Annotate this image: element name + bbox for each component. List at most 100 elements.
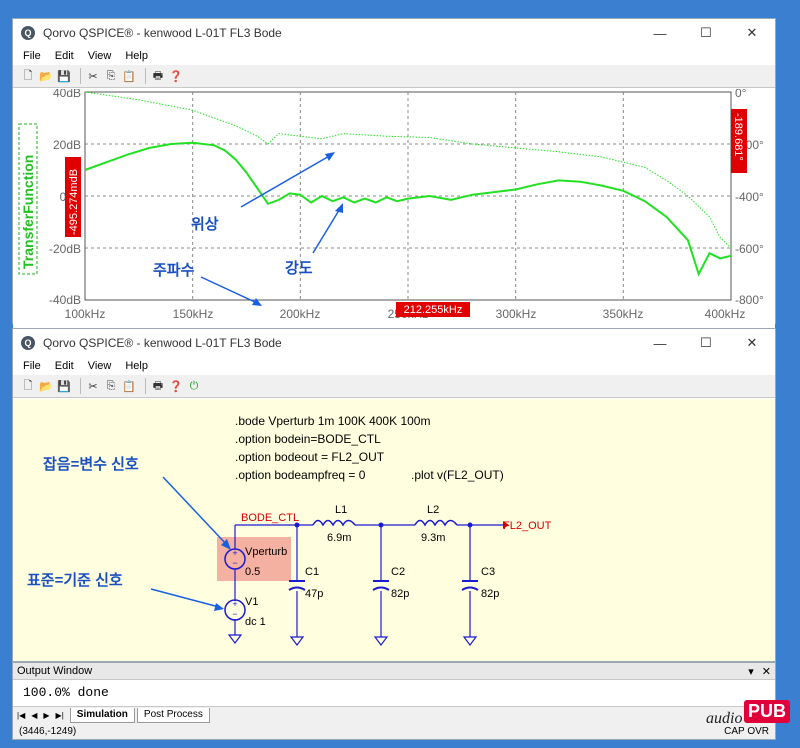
- run-simulation-icon[interactable]: ⏻: [187, 379, 201, 393]
- tab-bar: |◀ ◀ ▶ ▶| Simulation Post Process: [13, 706, 775, 723]
- menu-edit[interactable]: Edit: [55, 50, 74, 62]
- print-icon[interactable]: 🖶: [151, 69, 165, 83]
- menu-file[interactable]: File: [23, 360, 41, 372]
- title-bar[interactable]: Q Qorvo QSPICE® - kenwood L-01T FL3 Bode…: [13, 329, 775, 357]
- help-icon[interactable]: ❓: [169, 379, 183, 393]
- l2-value[interactable]: 9.3m: [421, 532, 445, 544]
- save-icon[interactable]: 💾: [57, 379, 71, 393]
- c1-value[interactable]: 47p: [305, 588, 323, 600]
- x-tick-label: 150kHz: [173, 307, 214, 321]
- cursor-freq-readout: 212.255kHz: [404, 304, 463, 316]
- v1-value[interactable]: dc 1: [245, 616, 266, 628]
- menu-file[interactable]: File: [23, 50, 41, 62]
- copy-icon[interactable]: ⎘: [104, 69, 118, 83]
- directive-line[interactable]: .option bodeampfreq = 0: [235, 468, 366, 482]
- c3-name[interactable]: C3: [481, 566, 495, 578]
- vperturb-value[interactable]: 0.5: [245, 566, 260, 578]
- schematic-drawing[interactable]: .bode Vperturb 1m 100K 400K 100m .option…: [13, 399, 775, 661]
- print-icon[interactable]: 🖶: [151, 379, 165, 393]
- inductor-l2[interactable]: [414, 519, 458, 527]
- new-file-icon[interactable]: 🗋: [21, 379, 35, 393]
- next-tab-icon[interactable]: ▶: [43, 711, 49, 720]
- minimize-button[interactable]: —: [637, 329, 683, 357]
- annotation-noise: 잡음=변수 신호: [43, 455, 139, 473]
- logo-pub-text: PUB: [744, 700, 791, 723]
- last-tab-icon[interactable]: ▶|: [56, 711, 64, 720]
- inductor-l1[interactable]: [312, 519, 356, 527]
- capacitor-c3[interactable]: [461, 580, 479, 591]
- capacitor-c2[interactable]: [372, 580, 390, 591]
- bode-chart[interactable]: 40dB 20dB 0dB -20dB -40dB 0° -200° -400°…: [13, 86, 775, 325]
- tab-post-process[interactable]: Post Process: [136, 707, 210, 723]
- close-icon[interactable]: ✕: [762, 665, 771, 678]
- menu-bar: File Edit View Help: [13, 357, 775, 375]
- output-window-title: Output Window: [17, 665, 93, 677]
- ground-icon: [227, 634, 243, 644]
- output-log[interactable]: 100.0% done: [13, 680, 775, 706]
- toolbar: 🗋 📂 💾 ✂ ⎘ 📋 🖶 ❓: [13, 65, 775, 88]
- v1-name[interactable]: V1: [245, 596, 258, 608]
- cut-icon[interactable]: ✂: [86, 379, 100, 393]
- schematic-canvas[interactable]: .bode Vperturb 1m 100K 400K 100m .option…: [13, 399, 775, 661]
- menu-help[interactable]: Help: [125, 50, 148, 62]
- window-title: Qorvo QSPICE® - kenwood L-01T FL3 Bode: [43, 336, 282, 350]
- ref-arrow: [150, 588, 220, 608]
- left-tick-label: 40dB: [53, 89, 81, 100]
- help-icon[interactable]: ❓: [169, 69, 183, 83]
- menu-view[interactable]: View: [88, 360, 112, 372]
- l2-name[interactable]: L2: [427, 504, 439, 516]
- plot-directive[interactable]: .plot v(FL2_OUT): [411, 468, 504, 482]
- menu-view[interactable]: View: [88, 50, 112, 62]
- maximize-button[interactable]: ☐: [683, 19, 729, 47]
- c1-name[interactable]: C1: [305, 566, 319, 578]
- status-bar: (3446,-1249) CAP OVR: [13, 723, 775, 739]
- new-file-icon[interactable]: 🗋: [21, 69, 35, 83]
- menu-bar: File Edit View Help: [13, 47, 775, 65]
- dropdown-icon[interactable]: ▾: [748, 665, 754, 678]
- l1-name[interactable]: L1: [335, 504, 347, 516]
- ground-icon: [462, 636, 478, 646]
- l1-value[interactable]: 6.9m: [327, 532, 351, 544]
- junction-dot: [467, 522, 473, 528]
- y-axis-label: TransferFunction: [20, 155, 36, 269]
- output-window-header: Output Window ▾ ✕: [13, 663, 775, 680]
- cursor-deg-readout: -189.681°: [732, 113, 744, 161]
- c2-name[interactable]: C2: [391, 566, 405, 578]
- title-bar[interactable]: Q Qorvo QSPICE® - kenwood L-01T FL3 Bode…: [13, 19, 775, 47]
- open-folder-icon[interactable]: 📂: [39, 379, 53, 393]
- first-tab-icon[interactable]: |◀: [17, 711, 25, 720]
- capacitor-c1[interactable]: [288, 580, 306, 591]
- directive-line[interactable]: .option bodeout = FL2_OUT: [235, 450, 385, 464]
- close-button[interactable]: ✕: [729, 19, 775, 47]
- left-tick-label: -20dB: [49, 242, 81, 256]
- copy-icon[interactable]: ⎘: [104, 379, 118, 393]
- cut-icon[interactable]: ✂: [86, 69, 100, 83]
- minimize-button[interactable]: —: [637, 19, 683, 47]
- vperturb-name[interactable]: Vperturb: [245, 546, 287, 558]
- paste-icon[interactable]: 📋: [122, 69, 136, 83]
- plus-sign: +: [232, 599, 237, 609]
- bode-plot-area[interactable]: 40dB 20dB 0dB -20dB -40dB 0° -200° -400°…: [13, 86, 775, 339]
- junction-dot: [378, 522, 384, 528]
- tab-simulation[interactable]: Simulation: [69, 707, 135, 723]
- net-label-fl2-out[interactable]: FL2_OUT: [503, 520, 552, 532]
- prev-tab-icon[interactable]: ◀: [31, 711, 37, 720]
- c3-value[interactable]: 82p: [481, 588, 499, 600]
- open-folder-icon[interactable]: 📂: [39, 69, 53, 83]
- save-icon[interactable]: 💾: [57, 69, 71, 83]
- menu-help[interactable]: Help: [125, 360, 148, 372]
- paste-icon[interactable]: 📋: [122, 379, 136, 393]
- x-tick-label: 200kHz: [280, 307, 321, 321]
- net-label-bode-ctl[interactable]: BODE_CTL: [241, 512, 299, 524]
- ground-icon: [373, 636, 389, 646]
- bode-window: Q Qorvo QSPICE® - kenwood L-01T FL3 Bode…: [12, 18, 776, 339]
- maximize-button[interactable]: ☐: [683, 329, 729, 357]
- schematic-window: Q Qorvo QSPICE® - kenwood L-01T FL3 Bode…: [12, 328, 776, 662]
- minus-sign: −: [232, 558, 237, 568]
- directive-line[interactable]: .option bodein=BODE_CTL: [235, 432, 381, 446]
- c2-value[interactable]: 82p: [391, 588, 409, 600]
- directive-line[interactable]: .bode Vperturb 1m 100K 400K 100m: [235, 414, 430, 428]
- minus-sign: −: [232, 609, 237, 619]
- menu-edit[interactable]: Edit: [55, 360, 74, 372]
- close-button[interactable]: ✕: [729, 329, 775, 357]
